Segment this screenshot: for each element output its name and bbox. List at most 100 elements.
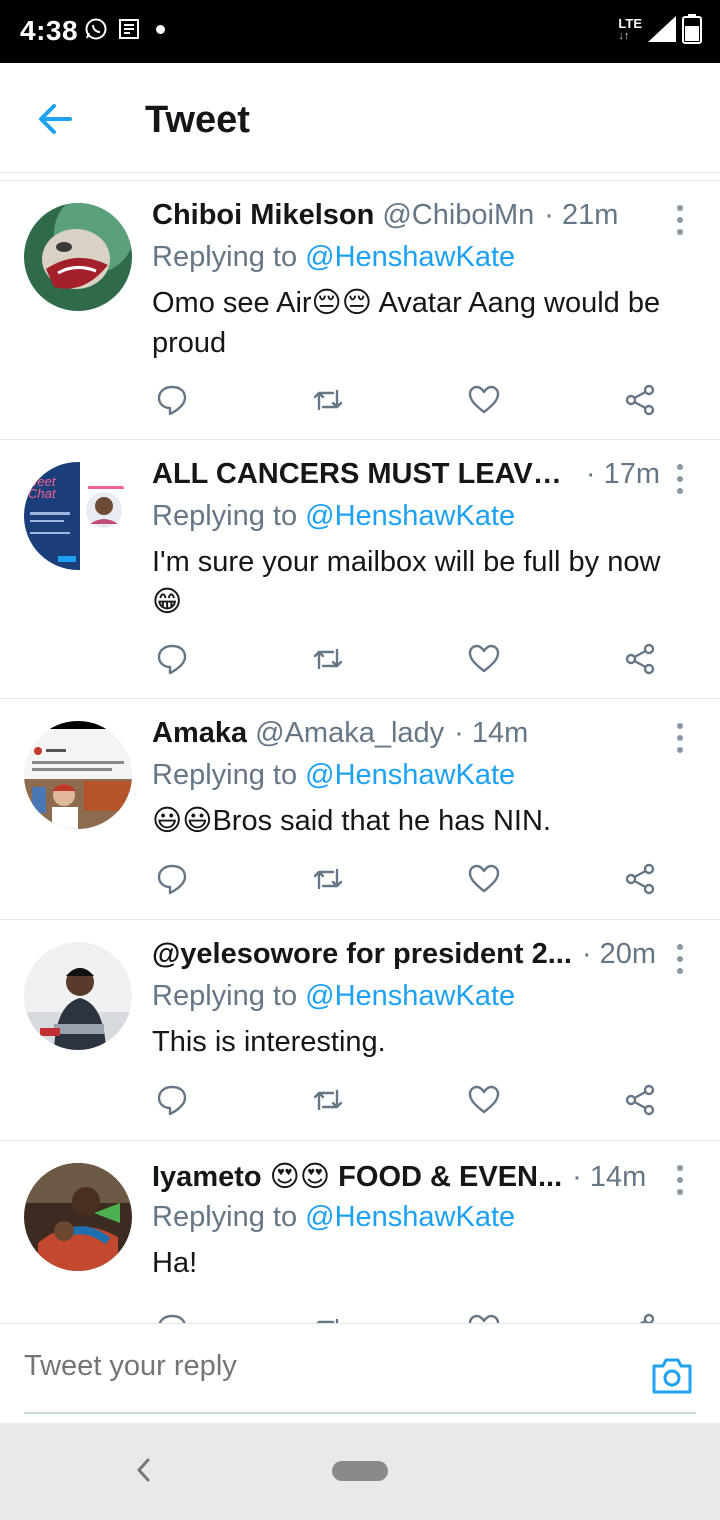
- replying-prefix: Replying to: [152, 241, 306, 273]
- replying-to-link[interactable]: @HenshawKate: [305, 1201, 515, 1233]
- share-button[interactable]: [620, 1080, 660, 1120]
- replies-feed[interactable]: Chiboi Mikelson @ChiboiMn · 21m Replying…: [0, 181, 720, 1323]
- reply-icon: [157, 1085, 187, 1116]
- share-icon: [625, 643, 655, 675]
- status-bar: 4:38 LTE ↓↑: [0, 0, 720, 63]
- heart-icon: [468, 385, 500, 414]
- status-system-icons: LTE ↓↑: [618, 14, 702, 44]
- reply-icon: [157, 385, 187, 416]
- replying-to: Replying to @HenshawKate: [152, 500, 515, 533]
- replying-to-link[interactable]: @HenshawKate: [305, 759, 515, 791]
- like-button[interactable]: [464, 1080, 504, 1120]
- tweet-text: Omo see Air😔😔 Avatar Aang would be proud: [152, 287, 661, 359]
- like-button[interactable]: [464, 639, 504, 679]
- reply-tweet[interactable]: @yelesowore for president 2... · 20m Rep…: [0, 920, 720, 1141]
- author-handle[interactable]: @Amaka_lady: [255, 717, 444, 750]
- thread-divider: [0, 173, 720, 181]
- reply-button[interactable]: [152, 1080, 192, 1120]
- replying-prefix: Replying to: [152, 1201, 306, 1233]
- share-button[interactable]: [620, 1309, 660, 1323]
- avatar[interactable]: [24, 1163, 132, 1271]
- reply-icon: [158, 1314, 186, 1323]
- tweet-header: Iyameto 😍😍 FOOD & EVEN... · 14m: [152, 1159, 660, 1199]
- reply-tweet[interactable]: weet Chat ALL CANCERS MUST LEAVE ... · 1…: [0, 440, 720, 699]
- back-button[interactable]: [34, 99, 78, 139]
- reply-tweet[interactable]: Chiboi Mikelson @ChiboiMn · 21m Replying…: [0, 181, 720, 440]
- replying-prefix: Replying to: [152, 759, 306, 791]
- tweet-actions: [152, 859, 660, 899]
- author-name[interactable]: Amaka: [152, 717, 247, 750]
- more-options-button[interactable]: [670, 723, 690, 753]
- input-underline: [24, 1412, 696, 1414]
- share-button[interactable]: [620, 859, 660, 899]
- reply-icon: [157, 864, 187, 895]
- author-name[interactable]: Iyameto 😍😍 FOOD & EVEN...: [152, 1159, 562, 1194]
- replying-to: Replying to @HenshawKate: [152, 241, 515, 274]
- reply-icon: [157, 644, 187, 675]
- replying-to-link[interactable]: @HenshawKate: [305, 500, 515, 532]
- whatsapp-icon: [85, 18, 107, 40]
- retweet-icon: [316, 1318, 339, 1323]
- reply-tweet[interactable]: Amaka @Amaka_lady · 14m Replying to @Hen…: [0, 699, 720, 920]
- share-icon: [639, 1313, 655, 1323]
- author-name[interactable]: ALL CANCERS MUST LEAVE ...: [152, 458, 576, 491]
- tweet-header: Chiboi Mikelson @ChiboiMn · 21m: [152, 199, 660, 239]
- author-handle[interactable]: @ChiboiMn: [382, 199, 534, 232]
- author-name[interactable]: @yelesowore for president 2...: [152, 938, 572, 971]
- like-button[interactable]: [464, 859, 504, 899]
- tweet-text: 😃😃Bros said that he has NIN.: [152, 805, 551, 837]
- like-button[interactable]: [464, 1309, 504, 1323]
- retweet-button[interactable]: [308, 639, 348, 679]
- tweet-header: @yelesowore for president 2... · 20m: [152, 938, 660, 978]
- tweet-actions: [152, 1080, 660, 1120]
- share-button[interactable]: [620, 639, 660, 679]
- news-icon: [119, 19, 139, 39]
- author-name[interactable]: Chiboi Mikelson: [152, 199, 374, 232]
- home-pill-icon[interactable]: [332, 1461, 388, 1481]
- reply-button[interactable]: [152, 639, 192, 679]
- avatar[interactable]: [24, 942, 132, 1050]
- replying-to-link[interactable]: @HenshawKate: [305, 241, 515, 273]
- share-button[interactable]: [620, 380, 660, 420]
- battery-icon: [682, 14, 702, 44]
- camera-button[interactable]: [650, 1356, 694, 1396]
- retweet-button[interactable]: [308, 380, 348, 420]
- heart-icon: [468, 1314, 500, 1323]
- status-time: 4:38: [20, 15, 79, 46]
- more-options-button[interactable]: [670, 205, 690, 235]
- share-icon: [625, 863, 655, 895]
- camera-icon: [652, 1358, 692, 1394]
- like-button[interactable]: [464, 380, 504, 420]
- more-options-button[interactable]: [670, 1165, 690, 1195]
- tweet-header: ALL CANCERS MUST LEAVE ... · 17m: [152, 458, 660, 498]
- reply-button[interactable]: [152, 1309, 192, 1323]
- replying-to: Replying to @HenshawKate: [152, 980, 515, 1013]
- tweet-time: · 14m: [454, 717, 529, 749]
- reply-button[interactable]: [152, 380, 192, 420]
- replying-to-link[interactable]: @HenshawKate: [305, 980, 515, 1012]
- reply-composer: [0, 1323, 720, 1423]
- network-label: LTE: [618, 15, 642, 31]
- tweet-actions: [152, 639, 660, 679]
- retweet-icon: [313, 648, 343, 670]
- retweet-button[interactable]: [308, 1309, 348, 1323]
- more-options-button[interactable]: [670, 464, 690, 494]
- tweet-time: · 17m: [585, 458, 660, 490]
- avatar[interactable]: [24, 721, 132, 829]
- reply-input[interactable]: [24, 1350, 584, 1383]
- share-icon: [625, 384, 655, 416]
- tweet-time: · 20m: [581, 938, 657, 970]
- system-nav-bar: [0, 1423, 720, 1520]
- retweet-button[interactable]: [308, 859, 348, 899]
- nav-back-button[interactable]: [134, 1457, 154, 1483]
- reply-button[interactable]: [152, 859, 192, 899]
- retweet-button[interactable]: [308, 1080, 348, 1120]
- replying-prefix: Replying to: [152, 980, 306, 1012]
- app-header: Tweet: [0, 63, 720, 173]
- avatar[interactable]: weet Chat: [24, 462, 132, 570]
- avatar[interactable]: [24, 203, 132, 311]
- chevron-left-icon: [137, 1458, 150, 1482]
- reply-tweet[interactable]: Iyameto 😍😍 FOOD & EVEN... · 14m Replying…: [0, 1141, 720, 1323]
- more-options-button[interactable]: [670, 944, 690, 974]
- retweet-icon: [313, 1089, 343, 1111]
